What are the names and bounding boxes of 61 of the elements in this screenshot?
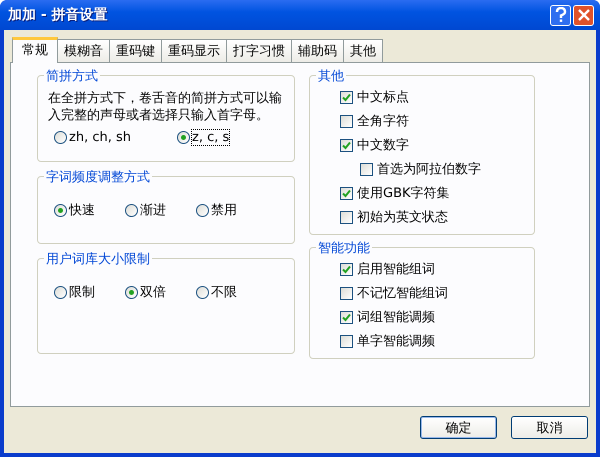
tab[interactable]: 辅助码	[291, 39, 344, 62]
tab[interactable]: 重码显示	[161, 39, 227, 62]
checkbox[interactable]	[360, 162, 373, 176]
checkbox-label: 使用GBK字符集	[357, 185, 450, 202]
group-title: 简拼方式	[44, 67, 100, 85]
radio-button[interactable]	[196, 286, 209, 298]
tab[interactable]: 重码键	[109, 39, 162, 62]
window-title: 加加 - 拼音设置	[6, 6, 108, 24]
checkmark-icon	[342, 264, 351, 274]
checkbox-label: 启用智能组词	[357, 261, 435, 278]
checkbox[interactable]	[340, 262, 353, 276]
checkmark-icon	[342, 188, 351, 198]
checkbox-label: 单字智能调频	[357, 333, 435, 350]
checkbox-label: 词组智能调频	[357, 309, 435, 326]
checkmark-icon	[342, 140, 351, 150]
checkbox[interactable]	[340, 186, 353, 200]
radio-button[interactable]	[125, 204, 138, 216]
group-title: 字词频度调整方式	[44, 168, 152, 186]
question-mark-icon	[554, 7, 566, 23]
group-title: 其他	[316, 67, 346, 85]
radio-label: 限制	[69, 284, 95, 301]
radio-button[interactable]	[54, 131, 67, 144]
tab[interactable]: 模糊音	[57, 39, 110, 62]
checkmark-icon	[342, 312, 351, 322]
group-title: 智能功能	[316, 239, 372, 257]
radio-label: zh, ch, sh	[69, 130, 131, 145]
checkbox[interactable]	[340, 138, 353, 152]
checkmark-icon	[342, 92, 351, 102]
close-icon	[578, 9, 590, 21]
checkbox[interactable]	[340, 286, 353, 300]
radio-button[interactable]	[177, 131, 190, 144]
checkbox[interactable]	[340, 334, 353, 348]
tab[interactable]: 其他	[343, 39, 383, 62]
help-button[interactable]	[550, 4, 571, 26]
checkbox[interactable]	[340, 114, 353, 128]
radio-label: 渐进	[140, 202, 166, 219]
checkbox-label: 不记忆智能组词	[357, 285, 448, 302]
checkbox-label: 中文数字	[357, 137, 409, 154]
radio-button[interactable]	[125, 286, 138, 298]
checkbox[interactable]	[340, 310, 353, 324]
radio-label: 禁用	[211, 202, 237, 219]
checkbox[interactable]	[340, 90, 353, 104]
dialog-button[interactable]: 确定	[420, 416, 497, 439]
dialog-button[interactable]: 取消	[511, 416, 588, 439]
checkbox-label: 首选为阿拉伯数字	[377, 161, 481, 178]
radio-button[interactable]	[54, 204, 67, 216]
radio-label: 不限	[211, 284, 237, 301]
close-button[interactable]	[573, 4, 594, 26]
radio-label: 快速	[69, 202, 95, 219]
radio-button[interactable]	[54, 286, 67, 298]
tab[interactable]: 打字习惯	[226, 39, 292, 62]
checkbox-label: 全角字符	[357, 113, 409, 130]
checkbox[interactable]	[340, 210, 353, 224]
radio-label: z, c, s	[192, 130, 230, 145]
checkbox-label: 中文标点	[357, 89, 409, 106]
group-title: 用户词库大小限制	[44, 250, 152, 268]
description-text: 在全拼方式下，卷舌音的简拼方式可以输入完整的声母或者选择只输入首字母。	[48, 90, 283, 124]
radio-button[interactable]	[196, 204, 209, 216]
tab[interactable]: 常规	[12, 37, 58, 63]
radio-label: 双倍	[140, 284, 166, 301]
checkbox-label: 初始为英文状态	[357, 209, 448, 226]
